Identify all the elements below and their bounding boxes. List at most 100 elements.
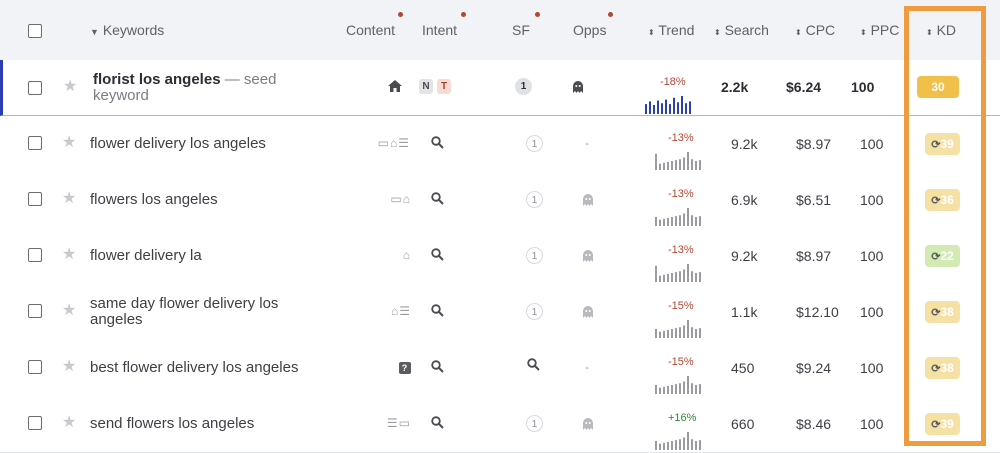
sf-count[interactable]: 1	[526, 415, 543, 432]
content-icons: ?	[399, 360, 411, 374]
search-volume: 6.9k	[731, 192, 758, 208]
col-search[interactable]: ⬍ Search	[714, 22, 769, 38]
sparkline-bar	[659, 387, 661, 394]
search-intent-icon	[431, 416, 444, 429]
sparkline-bar	[691, 439, 693, 450]
trend-percent: -13%	[668, 188, 694, 200]
star-icon[interactable]: ★	[62, 303, 76, 319]
sf-count[interactable]: 1	[515, 78, 532, 95]
home-icon: ⌂	[389, 136, 399, 150]
col-keywords[interactable]: ▼ Keywords	[90, 22, 164, 38]
select-all-checkbox[interactable]	[28, 24, 42, 38]
search-volume: 450	[731, 360, 755, 376]
sf-count[interactable]: 1	[526, 303, 543, 320]
sparkline-bar	[667, 385, 669, 394]
row-checkbox[interactable]	[28, 136, 42, 150]
sparkline-bar	[687, 376, 689, 394]
col-trend[interactable]: ⬍ Trend	[648, 22, 694, 38]
sparkline-bar	[679, 215, 681, 226]
sf-count[interactable]: 1	[526, 247, 543, 264]
table-row[interactable]: ★ send flowers los angeles ☰▭ 1 +16% 660 $8.46…	[0, 396, 1000, 453]
search-volume: 9.2k	[731, 136, 758, 152]
keyword-text[interactable]: best flower delivery los angeles	[90, 360, 298, 376]
trend-sparkline	[655, 432, 701, 450]
row-checkbox[interactable]	[28, 416, 42, 430]
keyword-text[interactable]: send flowers los angeles	[90, 416, 254, 432]
col-intent[interactable]: Intent	[422, 22, 457, 38]
kd-badge[interactable]: ⟳36	[925, 189, 960, 211]
trend-sparkline	[655, 264, 701, 282]
sparkline-bar	[667, 161, 669, 170]
sparkline-bar	[691, 159, 693, 170]
kd-badge[interactable]: ⟳22	[925, 245, 960, 267]
sparkline-bar	[645, 104, 647, 114]
home-icon: ⌂	[402, 248, 411, 262]
sparkline-bar	[671, 273, 673, 282]
kd-badge[interactable]: 30	[917, 76, 959, 98]
row-checkbox[interactable]	[28, 360, 42, 374]
row-checkbox[interactable]	[28, 192, 42, 206]
cpc-value: $8.46	[796, 416, 832, 432]
sparkline-bar	[649, 101, 651, 114]
search-intent-icon	[431, 136, 444, 149]
ppc-value: 100	[860, 136, 884, 152]
kd-badge[interactable]: ⟳39	[925, 133, 960, 155]
table-row[interactable]: ★ flowers los angeles ▭⌂ 1 -13% 6.9k $6.51 100 ⟳…	[0, 172, 1000, 229]
sparkline-bar	[699, 328, 701, 338]
cpc-value: $8.97	[796, 136, 832, 152]
sparkline-bar	[655, 217, 657, 226]
sparkline-bar	[685, 103, 687, 114]
ghost-icon	[573, 80, 583, 93]
search-volume: 660	[731, 416, 755, 432]
keyword-text[interactable]: same day flower delivery los angeles	[90, 296, 278, 328]
keyword-text[interactable]: flower delivery los angeles	[90, 136, 266, 152]
star-icon[interactable]: ★	[62, 415, 76, 431]
row-checkbox[interactable]	[28, 304, 42, 318]
kd-badge[interactable]: ⟳38	[925, 301, 960, 323]
col-sf[interactable]: SF	[512, 22, 530, 38]
star-icon[interactable]: ★	[62, 359, 76, 375]
row-checkbox[interactable]	[28, 248, 42, 262]
content-icons: ⌂☰	[391, 304, 411, 318]
car-icon: ▭	[398, 416, 411, 430]
sf-count[interactable]: 1	[526, 135, 543, 152]
sparkline-bar	[683, 381, 685, 394]
sparkline-bar	[683, 437, 685, 450]
search-intent-icon	[431, 360, 444, 373]
trend-sparkline	[655, 152, 701, 170]
trend-sparkline	[655, 376, 701, 394]
search-volume: 2.2k	[721, 79, 749, 95]
sparkline-bar	[691, 215, 693, 226]
table-row[interactable]: ★ flower delivery los angeles ▭⌂☰ 1 - -13% 9.2…	[0, 116, 1000, 173]
keyword-text[interactable]: florist los angeles — seed keyword	[93, 72, 276, 104]
row-checkbox[interactable]	[28, 81, 42, 95]
list-icon: ☰	[399, 304, 411, 318]
intent-navigational-badge: N	[419, 79, 433, 94]
table-row[interactable]: ★ same day flower delivery los angeles ⌂☰ 1 -…	[0, 284, 1000, 341]
kd-badge[interactable]: ⟳39	[925, 413, 960, 435]
col-cpc[interactable]: ⬍ CPC	[795, 22, 835, 38]
table-row[interactable]: ★ flower delivery la ⌂ 1 -13% 9.2k $8.97 100 ⟳22	[0, 228, 1000, 285]
sparkline-bar	[675, 440, 677, 450]
trend-sparkline	[645, 96, 691, 114]
col-kd[interactable]: ⬍ KD	[926, 22, 956, 38]
sparkline-bar	[667, 217, 669, 226]
star-icon[interactable]: ★	[62, 191, 76, 207]
keyword-text[interactable]: flowers los angeles	[90, 192, 218, 208]
keyword-text[interactable]: flower delivery la	[90, 248, 202, 264]
kd-badge[interactable]: ⟳38	[925, 357, 960, 379]
sparkline-bar	[675, 216, 677, 226]
col-opps[interactable]: Opps	[573, 22, 606, 38]
sparkline-bar	[663, 386, 665, 394]
star-icon[interactable]: ★	[63, 79, 77, 95]
col-content[interactable]: Content	[346, 22, 395, 38]
table-row[interactable]: ★ best flower delivery los angeles? - -15% 4…	[0, 340, 1000, 397]
table-row-seed[interactable]: ★ florist los angeles — seed keyword N T…	[0, 60, 1000, 116]
star-icon[interactable]: ★	[62, 247, 76, 263]
content-icons: ☰▭	[387, 416, 411, 430]
col-ppc[interactable]: ⬍ PPC	[860, 22, 899, 38]
sparkline-bar	[687, 320, 689, 338]
sparkline-bar	[667, 441, 669, 450]
sf-count[interactable]: 1	[526, 191, 543, 208]
star-icon[interactable]: ★	[62, 135, 76, 151]
